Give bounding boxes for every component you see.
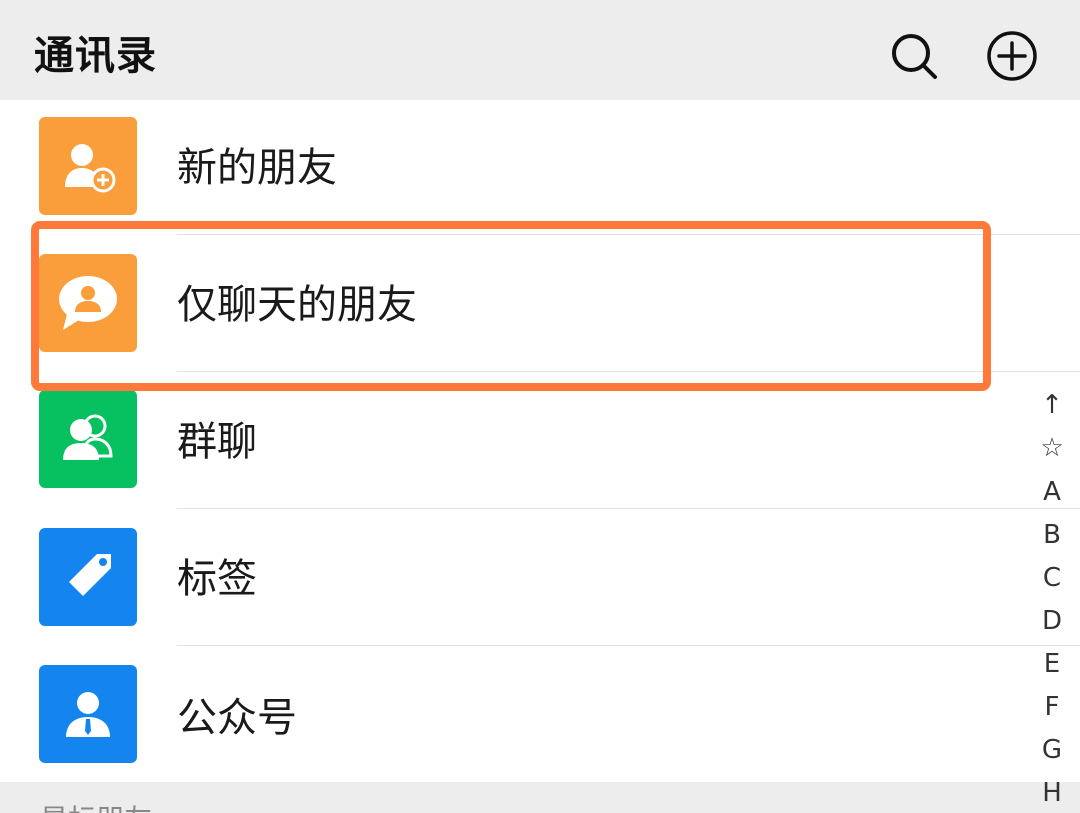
alphabet-index-bar[interactable]: ↑ ☆ A B C D E F G H bbox=[1026, 382, 1078, 813]
group-chat-icon bbox=[39, 390, 137, 488]
section-header-label: 星标朋友 bbox=[40, 804, 152, 813]
row-label: 标签 bbox=[177, 556, 257, 602]
plus-circle-icon bbox=[987, 31, 1037, 81]
page-title: 通讯录 bbox=[34, 33, 157, 79]
search-button[interactable] bbox=[886, 28, 942, 84]
index-item-star[interactable]: ☆ bbox=[1026, 431, 1078, 465]
index-item-d[interactable]: D bbox=[1026, 604, 1078, 638]
index-item-e[interactable]: E bbox=[1026, 647, 1078, 681]
row-label: 新的朋友 bbox=[177, 145, 337, 191]
official-account-icon bbox=[39, 665, 137, 763]
row-chat-only-friends[interactable]: 仅聊天的朋友 bbox=[0, 235, 1080, 372]
chat-only-friend-icon bbox=[39, 254, 137, 352]
row-group-chats[interactable]: 群聊 bbox=[0, 372, 1080, 509]
add-button[interactable] bbox=[984, 28, 1040, 84]
section-header-starred: 星标朋友 bbox=[0, 782, 1080, 813]
index-item-f[interactable]: F bbox=[1026, 690, 1078, 724]
row-new-friends[interactable]: 新的朋友 bbox=[0, 100, 1080, 237]
index-item-up[interactable]: ↑ bbox=[1026, 388, 1078, 422]
row-label: 公众号 bbox=[177, 695, 297, 741]
top-bar: 通讯录 bbox=[0, 0, 1080, 113]
index-item-b[interactable]: B bbox=[1026, 518, 1078, 552]
index-item-a[interactable]: A bbox=[1026, 475, 1078, 509]
index-item-g[interactable]: G bbox=[1026, 733, 1078, 767]
row-official-accounts[interactable]: 公众号 bbox=[0, 646, 1080, 783]
new-friend-icon bbox=[39, 117, 137, 215]
search-icon bbox=[892, 34, 937, 79]
index-item-h[interactable]: H bbox=[1026, 776, 1078, 810]
row-tags[interactable]: 标签 bbox=[0, 509, 1080, 646]
tag-icon bbox=[39, 528, 137, 626]
index-item-c[interactable]: C bbox=[1026, 561, 1078, 595]
row-label: 仅聊天的朋友 bbox=[177, 282, 417, 328]
contacts-screen: 通讯录 新的朋友 仅聊天的朋友 群聊 标签 公众号 ↑ ☆ A B C D E … bbox=[0, 0, 1080, 813]
row-label: 群聊 bbox=[177, 419, 257, 465]
